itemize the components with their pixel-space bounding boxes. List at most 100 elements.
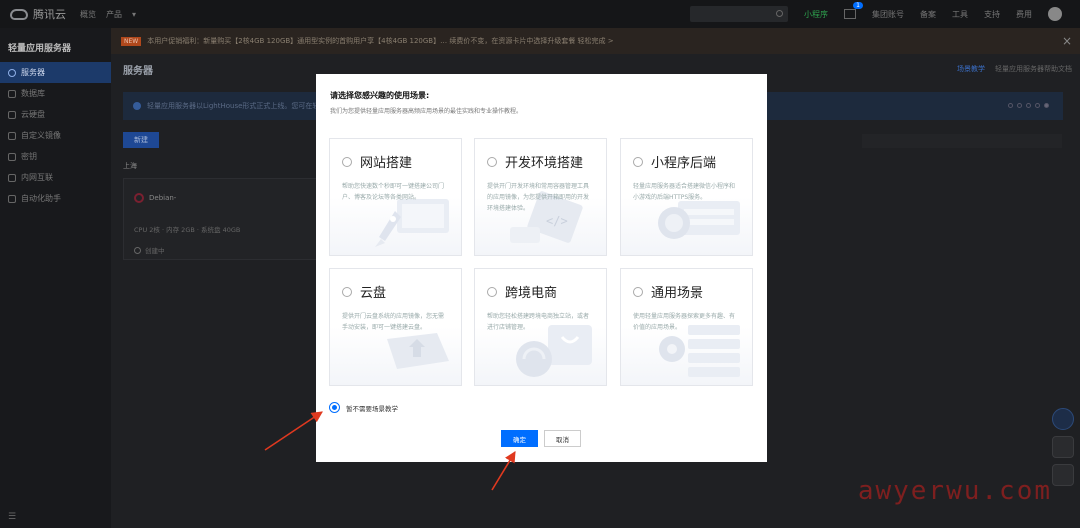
radio-button[interactable] [342, 157, 352, 167]
watermark: awyerwu.com [857, 476, 1052, 506]
option-desc: 帮助您轻松搭建跨境电商独立站，或者进行店铺管理。 [487, 313, 590, 331]
book-icon[interactable] [1052, 436, 1074, 458]
carousel-dots[interactable] [1008, 103, 1049, 108]
option-title: 云盘 [360, 286, 387, 301]
instance-status: 创建中 [134, 245, 165, 255]
scenario-option-website[interactable]: 网站搭建 帮助您快速数个秒即可一键搭建公司门户、博客及论坛等各类网站。 [329, 138, 462, 256]
sidebar-item-database[interactable]: 数据库 [0, 83, 111, 104]
scenario-tutorial-link[interactable]: 场景教学 [957, 64, 985, 74]
option-title: 网站搭建 [360, 156, 413, 171]
radio-button[interactable] [487, 287, 497, 297]
info-icon [133, 102, 141, 110]
radio-button[interactable] [633, 287, 643, 297]
sidebar-item-label: 密钥 [21, 152, 37, 161]
key-icon [8, 152, 16, 161]
server-icon [8, 68, 16, 77]
sidebar-item-label: 云硬盘 [21, 110, 45, 119]
option-desc: 轻量应用服务器适合搭建微信小程序和小游戏的后端HTTPS服务。 [633, 183, 736, 201]
option-title: 开发环境搭建 [505, 156, 584, 171]
sidebar-item-label: 自定义镜像 [21, 131, 61, 140]
support-link[interactable]: 支持 [984, 9, 1000, 20]
instance-card[interactable]: Debian- CPU 2核 · 内存 2GB · 系统盘 40GB 创建中 [123, 178, 323, 260]
help-links: 场景教学 轻量应用服务器帮助文档 [957, 64, 1072, 74]
cloud-logo-icon [10, 8, 28, 20]
dialog-title: 请选择您感兴趣的使用场景: [330, 91, 430, 100]
tools-link[interactable]: 工具 [952, 9, 968, 20]
page-title: 服务器 [123, 66, 153, 77]
sidebar-item-intranet[interactable]: 内网互联 [0, 167, 111, 188]
cancel-button[interactable]: 取消 [544, 430, 581, 447]
sidebar-title: 轻量应用服务器 [8, 44, 72, 54]
automation-icon [8, 194, 16, 203]
floating-actions [1052, 408, 1074, 486]
option-title: 跨境电商 [505, 286, 558, 301]
instance-os: Debian- [134, 193, 176, 203]
scenario-option-dev-env[interactable]: </> 开发环境搭建 提供开门开发环境和常用容器管理工具的应用镜像，为您提供开箱… [474, 138, 607, 256]
info-text: 轻量应用服务器以LightHouse形式正式上线。您可在轻量… [147, 102, 334, 110]
instance-os-name: Debian- [149, 194, 177, 202]
no-tutorial-label: 暂不需要场景教学 [346, 404, 398, 413]
message-count-badge: 1 [853, 2, 863, 9]
radio-button-checked[interactable] [329, 402, 340, 413]
new-instance-button[interactable]: 新建 [123, 132, 159, 148]
icp-link[interactable]: 备案 [920, 9, 936, 20]
database-icon [8, 89, 16, 98]
sidebar-item-keys[interactable]: 密钥 [0, 146, 111, 167]
option-desc: 使用轻量应用服务器探索更多有趣、有价值的应用场景。 [633, 313, 736, 331]
sidebar-item-servers[interactable]: 服务器 [0, 62, 111, 83]
radio-button[interactable] [633, 157, 643, 167]
sidebar: 轻量应用服务器 服务器 数据库 云硬盘 自定义镜像 密钥 内网互联 自动化助手 … [0, 28, 111, 528]
loading-icon [134, 246, 141, 254]
nav-products[interactable]: 产品 [106, 9, 122, 20]
radio-button[interactable] [487, 157, 497, 167]
chevron-down-icon: ▾ [132, 9, 137, 19]
option-desc: 提供开门云盘系统的应用镜像，您无需手动安装，即可一键搭建云盘。 [342, 313, 445, 331]
sidebar-item-automation[interactable]: 自动化助手 [0, 188, 111, 209]
sidebar-item-custom-image[interactable]: 自定义镜像 [0, 125, 111, 146]
dialog-subtitle: 我们为您提供轻量应用服务器高频应用场景的最佳实践和专业操作教程。 [330, 108, 523, 115]
instance-spec: CPU 2核 · 内存 2GB · 系统盘 40GB [134, 226, 241, 234]
region-label: 上海 [123, 162, 137, 170]
sidebar-item-label: 服务器 [21, 68, 45, 77]
option-desc: 帮助您快速数个秒即可一键搭建公司门户、博客及论坛等各类网站。 [342, 183, 445, 201]
search-icon [776, 10, 783, 17]
help-doc-link[interactable]: 轻量应用服务器帮助文档 [995, 64, 1072, 74]
scenario-dialog: 请选择您感兴趣的使用场景: 我们为您提供轻量应用服务器高频应用场景的最佳实践和专… [316, 74, 767, 462]
option-title: 通用场景 [651, 286, 704, 301]
brand-logo[interactable]: 腾讯云 [0, 6, 70, 22]
scenario-option-ecommerce[interactable]: 跨境电商 帮助您轻松搭建跨境电商独立站，或者进行店铺管理。 [474, 268, 607, 386]
radio-button[interactable] [342, 287, 352, 297]
grid-icon[interactable] [1052, 464, 1074, 486]
message-icon[interactable]: 1 [844, 2, 863, 19]
sidebar-item-label: 数据库 [21, 89, 45, 98]
search-input[interactable] [690, 6, 788, 22]
new-tag: NEW [121, 36, 142, 46]
top-navbar: 腾讯云 概览 产品 ▾ 小程序 1 集团账号 备案 工具 支持 费用 [0, 0, 1080, 28]
confirm-button[interactable]: 确定 [501, 430, 538, 447]
scenario-option-cloud-disk[interactable]: 云盘 提供开门云盘系统的应用镜像，您无需手动安装，即可一键搭建云盘。 [329, 268, 462, 386]
scenario-option-mini-program[interactable]: 小程序后端 轻量应用服务器适合搭建微信小程序和小游戏的后端HTTPS服务。 [620, 138, 753, 256]
sidebar-item-label: 内网互联 [21, 173, 53, 182]
disk-icon [8, 110, 16, 119]
group-account-link[interactable]: 集团账号 [872, 9, 904, 20]
network-icon [8, 173, 16, 182]
no-tutorial-option[interactable]: 暂不需要场景教学 [329, 402, 398, 413]
sidebar-item-label: 自动化助手 [21, 194, 61, 203]
svg-text:</>: </> [546, 214, 568, 228]
avatar[interactable] [1048, 7, 1062, 21]
customer-service-icon[interactable] [1052, 408, 1074, 430]
announcement-bar: NEW 本用户促销福利：新量购买【2核4GB 120GB】通用型实例的首购用户享… [111, 28, 1080, 54]
scenario-option-general[interactable]: 通用场景 使用轻量应用服务器探索更多有趣、有价值的应用场景。 [620, 268, 753, 386]
instance-status-text: 创建中 [145, 247, 165, 255]
image-icon [8, 131, 16, 140]
option-desc: 提供开门开发环境和常用容器管理工具的应用镜像，为您提供开箱即用的开发环境搭建体验… [487, 183, 590, 212]
close-icon[interactable]: × [1062, 34, 1072, 48]
collapse-menu-icon[interactable]: ☰ [8, 512, 16, 522]
announcement-text[interactable]: 本用户促销福利：新量购买【2核4GB 120GB】通用型实例的首购用户享【4核4… [147, 36, 613, 46]
mini-program-link[interactable]: 小程序 [804, 9, 828, 20]
filter-input[interactable] [862, 134, 1062, 148]
option-title: 小程序后端 [651, 156, 717, 171]
nav-overview[interactable]: 概览 [80, 9, 96, 20]
sidebar-item-cloud-disk[interactable]: 云硬盘 [0, 104, 111, 125]
billing-link[interactable]: 费用 [1016, 9, 1032, 20]
